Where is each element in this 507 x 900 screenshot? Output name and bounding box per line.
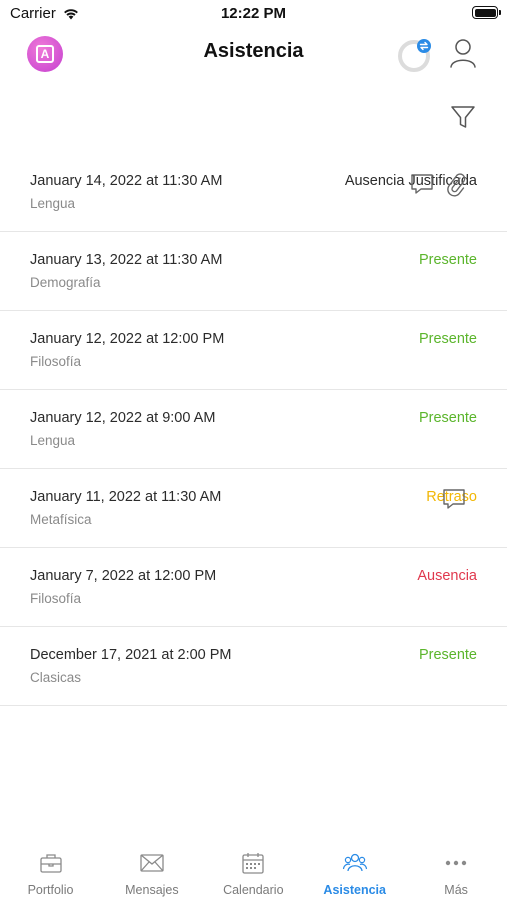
attendance-row[interactable]: January 11, 2022 at 11:30 AM Metafísica Re…	[0, 469, 507, 548]
envelope-icon	[139, 850, 165, 876]
attendance-date: January 14, 2022 at 11:30 AM	[30, 173, 223, 189]
attendance-date: January 12, 2022 at 9:00 AM	[30, 410, 216, 426]
attendance-status: Presente	[418, 252, 477, 268]
attendance-subject: Metafísica	[30, 512, 92, 527]
attendance-date: January 12, 2022 at 12:00 PM	[30, 331, 225, 347]
attendance-date: January 11, 2022 at 11:30 AM	[30, 489, 222, 505]
tab-calendario[interactable]: Calendario	[203, 840, 304, 900]
attendance-status: Presente	[418, 331, 477, 347]
attendance-row-icons	[441, 487, 467, 516]
attendance-status: Presente	[418, 647, 477, 663]
attendance-row-icons	[409, 171, 467, 202]
people-icon	[342, 850, 368, 876]
attendance-status: Presente	[418, 410, 477, 426]
attendance-date: January 7, 2022 at 12:00 PM	[30, 568, 217, 584]
tab-label: Más	[444, 883, 468, 897]
attendance-subject: Clasicas	[30, 670, 82, 685]
sync-icon	[398, 39, 431, 72]
status-time: 12:22 PM	[220, 5, 287, 22]
attendance-row[interactable]: January 12, 2022 at 9:00 AM Lengua Present…	[0, 390, 507, 469]
tab-label: Asistencia	[323, 883, 386, 897]
attendance-subject: Filosofía	[30, 354, 82, 369]
attendance-row[interactable]: January 12, 2022 at 12:00 PM Filosofía Pre…	[0, 311, 507, 390]
attendance-row[interactable]: December 17, 2021 at 2:00 PM Clasicas Pres…	[0, 627, 507, 706]
briefcase-icon	[38, 850, 64, 876]
tab-label: Calendario	[223, 883, 284, 897]
sync-button[interactable]	[396, 34, 436, 74]
filter-icon	[451, 106, 475, 128]
attendance-subject: Lengua	[30, 433, 76, 448]
paperclip-icon[interactable]	[445, 171, 467, 202]
tab-label: Portfolio	[27, 883, 74, 897]
tab-asistencia[interactable]: Asistencia	[304, 840, 405, 900]
attendance-row[interactable]: January 14, 2022 at 11:30 AM Lengua Ausenc…	[0, 153, 507, 232]
filter-button[interactable]	[448, 102, 478, 132]
attendance-status: Ausencia	[417, 568, 477, 584]
attendance-date: January 13, 2022 at 11:30 AM	[30, 252, 223, 268]
status-bar: Carrier 12:22 PM	[0, 0, 507, 30]
tab-mensajes[interactable]: Mensajes	[101, 840, 202, 900]
attendance-subject: Demografía	[30, 275, 101, 290]
comment-icon[interactable]	[441, 487, 467, 516]
more-dots-icon	[443, 850, 469, 876]
attendance-list: January 14, 2022 at 11:30 AM Lengua Ausenc…	[0, 153, 507, 706]
attendance-date: December 17, 2021 at 2:00 PM	[30, 647, 232, 663]
tab-portfolio[interactable]: Portfolio	[0, 840, 101, 900]
user-button[interactable]	[446, 34, 480, 74]
calendar-icon	[240, 850, 266, 876]
attendance-row[interactable]: January 13, 2022 at 11:30 AM Demografía Pr…	[0, 232, 507, 311]
user-icon	[450, 39, 476, 68]
nav-bar: A Asistencia	[0, 30, 507, 78]
tab-label: Mensajes	[125, 883, 179, 897]
tab-bar: Portfolio Mensajes Calendario Asistencia Más	[0, 840, 507, 900]
attendance-row[interactable]: January 7, 2022 at 12:00 PM Filosofía Ause…	[0, 548, 507, 627]
battery-icon	[472, 6, 501, 19]
comment-icon[interactable]	[409, 172, 435, 201]
attendance-subject: Lengua	[30, 196, 76, 211]
tab-m-s[interactable]: Más	[406, 840, 507, 900]
attendance-subject: Filosofía	[30, 591, 82, 606]
